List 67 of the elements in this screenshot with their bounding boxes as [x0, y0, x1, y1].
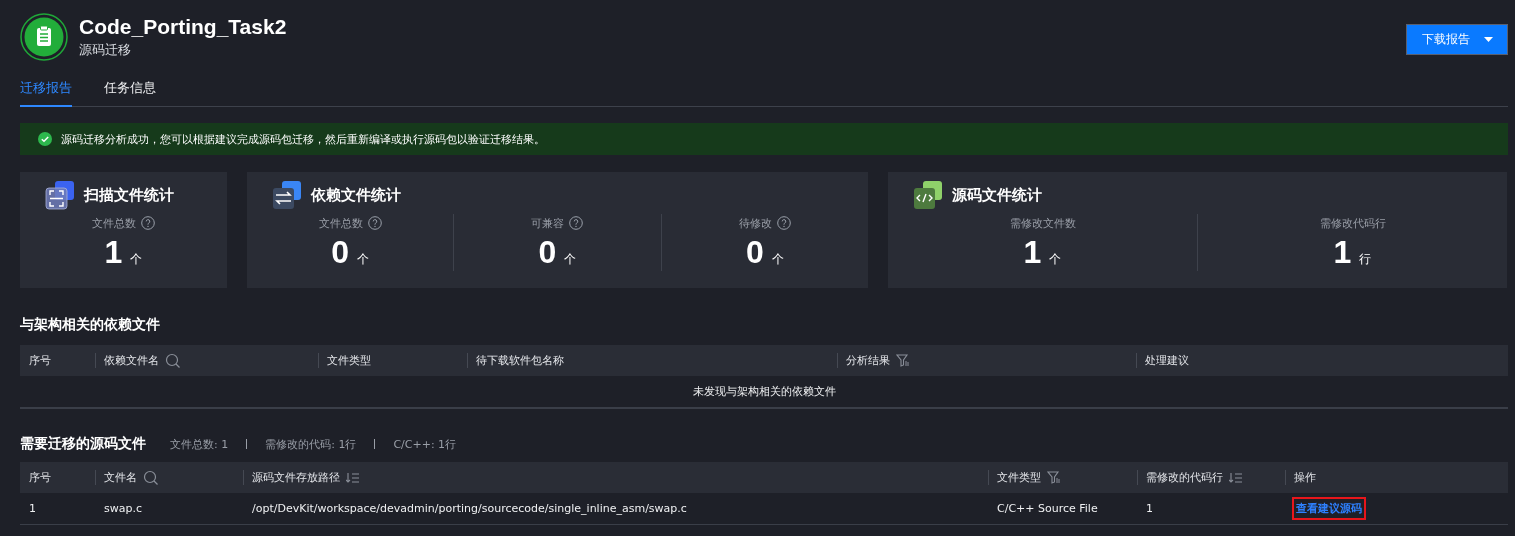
sort-icon[interactable] [1229, 471, 1243, 484]
help-icon[interactable] [569, 216, 584, 230]
scan-icon [45, 180, 75, 210]
stat-value: 0 [745, 234, 764, 271]
code-icon [913, 180, 943, 210]
section-title: 与架构相关的依赖文件 [20, 316, 161, 334]
stat-label: 需修改代码行 [1319, 215, 1386, 231]
column-header: 处理建议 [1145, 353, 1189, 368]
column-header: 文件名 [104, 470, 137, 485]
column-header: 待下载软件包名称 [476, 353, 564, 368]
summary-text: 需修改的代码: 1行 [265, 437, 357, 452]
task-subtitle: 源码迁移 [79, 41, 132, 59]
card-title: 源码文件统计 [952, 185, 1042, 205]
stat-value: 1 [104, 234, 123, 271]
summary-text: C/C++: 1行 [393, 437, 457, 452]
stat-unit: 个 [1049, 251, 1062, 268]
column-header: 依赖文件名 [104, 353, 159, 368]
stat-value: 0 [331, 234, 350, 271]
stat-value: 1 [1023, 234, 1042, 271]
column-header: 序号 [29, 470, 51, 485]
column-header: 分析结果 [846, 353, 890, 368]
column-header: 需修改的代码行 [1146, 470, 1223, 485]
swap-icon [272, 180, 302, 210]
stat-label: 文件总数 [92, 215, 136, 231]
stat-unit: 个 [357, 251, 370, 268]
stat-label: 待修改 [738, 215, 772, 231]
download-report-button[interactable]: 下载报告 [1406, 24, 1508, 55]
tab[interactable]: 迁移报告 [20, 75, 72, 107]
stat-label: 需修改文件数 [1009, 215, 1076, 231]
table-cell: swap.c [104, 502, 142, 515]
card-title: 扫描文件统计 [84, 185, 174, 205]
table-cell: 1 [29, 502, 36, 515]
help-icon[interactable] [141, 216, 155, 230]
search-icon[interactable] [165, 352, 181, 369]
clipboard-icon [20, 13, 68, 61]
caret-icon [1483, 37, 1493, 42]
section-title: 需要迁移的源码文件 [20, 435, 146, 453]
stat-unit: 个 [564, 251, 577, 268]
search-icon[interactable] [143, 469, 159, 486]
table-cell: 1 [1146, 502, 1153, 515]
help-icon[interactable] [367, 216, 382, 230]
help-icon[interactable] [776, 216, 791, 230]
stat-unit: 行 [1359, 251, 1372, 268]
tab[interactable]: 任务信息 [104, 75, 156, 107]
stat-value: 1 [1333, 234, 1352, 271]
stat-label: 可兼容 [531, 215, 565, 231]
stat-label: 文件总数 [318, 215, 363, 231]
stat-unit: 个 [130, 251, 143, 268]
stat-unit: 个 [771, 251, 784, 268]
card-title: 依赖文件统计 [311, 185, 401, 205]
filter-icon[interactable] [1047, 471, 1061, 484]
column-header: 序号 [29, 353, 51, 368]
view-suggested-source-link[interactable]: 查看建议源码 [1294, 499, 1364, 518]
task-title: Code_Porting_Task2 [79, 15, 287, 39]
sort-icon[interactable] [346, 471, 360, 484]
column-header: 操作 [1294, 470, 1316, 485]
column-header: 文件类型 [327, 353, 371, 368]
check-circle-icon [38, 132, 52, 146]
summary-text: 文件总数: 1 [170, 437, 229, 452]
column-header: 文件类型 [997, 470, 1041, 485]
filter-icon[interactable] [896, 354, 910, 367]
column-header: 源码文件存放路径 [252, 470, 340, 485]
stat-value: 0 [538, 234, 557, 271]
empty-message: 未发现与架构相关的依赖文件 [692, 385, 836, 398]
alert-message: 源码迁移分析成功，您可以根据建议完成源码包迁移，然后重新编译或执行源码包以验证迁移结果。 [61, 131, 545, 147]
table-cell: C/C++ Source File [997, 502, 1098, 515]
table-cell: /opt/DevKit/workspace/devadmin/porting/sourcecode/single_inline_asm/swap.c [252, 502, 687, 515]
